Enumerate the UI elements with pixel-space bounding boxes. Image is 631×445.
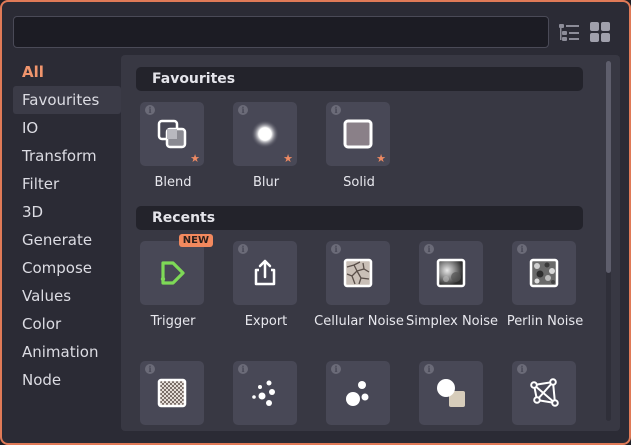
section-header-favourites: Favourites [136,67,583,91]
node-label: Export [244,314,288,329]
info-icon[interactable]: i [331,244,341,254]
info-icon[interactable]: i [424,364,434,374]
node-picker-window: All Favourites IO Transform Filter 3D Ge… [0,0,631,445]
search-input[interactable] [13,16,549,48]
node-label: Blend [154,175,192,190]
node-tile-pattern[interactable]: i [140,361,206,427]
node-label: Perlin Noise [506,314,584,329]
perlin-noise-icon [529,258,559,288]
category-sidebar: All Favourites IO Transform Filter 3D Ge… [13,58,121,394]
favourite-star-icon: ★ [376,152,386,165]
list-view-button[interactable] [558,21,580,43]
mesh-icon [530,378,559,407]
new-badge: NEW [178,234,213,247]
node-label: Cellular Noise [314,314,404,329]
info-icon[interactable]: i [145,364,155,374]
sidebar-item-all[interactable]: All [13,58,121,86]
shapes-icon [437,379,465,407]
pattern-icon [157,378,187,408]
sidebar-item-animation[interactable]: Animation [13,338,121,366]
sidebar-item-io[interactable]: IO [13,114,121,142]
sidebar-item-transform[interactable]: Transform [13,142,121,170]
node-tile-cellular-noise[interactable]: i [326,241,392,307]
node-tile-blend[interactable]: i ★ [140,102,206,168]
node-label: Trigger [150,314,196,329]
node-tile-simplex-noise[interactable]: i [419,241,485,307]
favourite-star-icon: ★ [190,152,200,165]
info-icon[interactable]: i [424,244,434,254]
node-tile-shapes[interactable]: i [419,361,485,427]
solid-icon [343,119,373,149]
blend-icon [157,119,187,149]
node-tile-export[interactable]: i [233,241,299,307]
dots-icon [252,380,275,406]
info-icon[interactable]: i [238,244,248,254]
sidebar-item-favourites[interactable]: Favourites [13,86,121,114]
node-label: Simplex Noise [405,314,499,329]
node-tile-mesh[interactable]: i [512,361,578,427]
node-grid-panel[interactable]: Favourites i ★ Blend i ★ Blur i ★ Solid … [121,55,620,431]
grid-view-icon [590,22,610,42]
node-label: Blur [252,175,280,190]
node-tile-trigger[interactable]: NEW [140,234,213,307]
node-tile-dots[interactable]: i [233,361,299,427]
sidebar-item-compose[interactable]: Compose [13,254,121,282]
info-icon[interactable]: i [517,364,527,374]
node-tile-perlin-noise[interactable]: i [512,241,578,307]
simplex-noise-icon [436,258,466,288]
info-icon[interactable]: i [238,105,248,115]
node-tile-blur[interactable]: i ★ [233,102,299,168]
sidebar-item-generate[interactable]: Generate [13,226,121,254]
sidebar-item-values[interactable]: Values [13,282,121,310]
section-header-recents: Recents [136,206,583,230]
favourite-star-icon: ★ [283,152,293,165]
scrollbar-thumb[interactable] [606,61,611,273]
node-tile-solid[interactable]: i ★ [326,102,392,168]
sidebar-item-filter[interactable]: Filter [13,170,121,198]
info-icon[interactable]: i [517,244,527,254]
info-icon[interactable]: i [331,364,341,374]
list-view-icon [559,24,579,41]
info-icon[interactable]: i [238,364,248,374]
node-label: Solid [343,175,375,190]
blur-icon [251,120,279,148]
sidebar-item-3d[interactable]: 3D [13,198,121,226]
info-icon[interactable]: i [331,105,341,115]
node-tile-circles[interactable]: i [326,361,392,427]
panel-scrollbar[interactable] [606,61,611,421]
grid-view-button[interactable] [589,21,611,43]
cellular-noise-icon [343,258,373,288]
info-icon[interactable]: i [145,105,155,115]
sidebar-item-color[interactable]: Color [13,310,121,338]
trigger-icon [160,261,185,285]
circles-icon [346,381,369,406]
sidebar-item-node[interactable]: Node [13,366,121,394]
export-icon [254,259,276,286]
